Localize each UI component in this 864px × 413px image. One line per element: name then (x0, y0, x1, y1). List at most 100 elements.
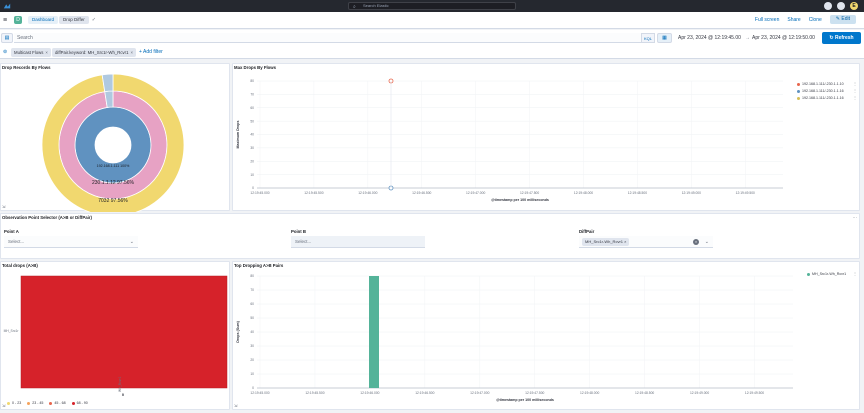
chevron-down-icon: ⌄ (129, 239, 134, 245)
legend-item[interactable]: 45 - 68 (49, 401, 66, 405)
legend-item[interactable]: 192.168.1.111/-230.1.1.10 (797, 82, 844, 86)
y-tick-label: 40 (250, 133, 254, 137)
date-end[interactable]: Apr 23, 2024 @ 12:19:50.00 (752, 35, 815, 41)
global-header: ⌕ Search Elastic E (0, 0, 864, 12)
share-button[interactable]: Share (787, 17, 800, 23)
x-tick-label: 12:19:49.000 (690, 391, 709, 395)
close-icon[interactable]: × (130, 50, 133, 55)
calendar-icon[interactable]: ▦ (657, 33, 672, 43)
expand-icon[interactable]: ⇲ (2, 204, 5, 209)
y-tick-label: 60 (250, 302, 254, 306)
x-axis-title: @timestamp per 100 milliseconds (496, 398, 554, 402)
panel-menu-icon[interactable]: ⋯ (853, 215, 858, 221)
search-input[interactable]: Search (14, 33, 641, 43)
y-tick-label: 0 (252, 386, 254, 390)
refresh-label: Refresh (834, 35, 854, 41)
y-axis-title: Drops (Sum) (236, 320, 240, 342)
diffpair-label: DiffPair (579, 229, 595, 234)
y-tick-label: 40 (250, 330, 254, 334)
point-a-placeholder: Select... (8, 239, 25, 244)
close-icon[interactable]: × (45, 50, 48, 55)
filter-bar: ⊚ Multicast Flows × diffPair.keyword: MH_… (0, 46, 864, 59)
legend-menu-icon[interactable]: ⋮ (853, 95, 857, 100)
legend-label: 68 - 90 (76, 401, 88, 405)
refresh-button[interactable]: ↻ Refresh (822, 32, 861, 44)
add-filter-button[interactable]: + Add filter (139, 49, 163, 55)
edit-button[interactable]: ✎ Edit (829, 15, 856, 24)
global-search-input[interactable]: ⌕ Search Elastic (348, 2, 516, 10)
y-tick-label: 30 (250, 146, 254, 150)
sunburst-chart: 192.168.1.111 100% 230.1.1.12 97.56% 7032 … (41, 73, 185, 212)
x-tick-label: 12:19:49.500 (736, 191, 755, 195)
expand-icon[interactable]: ⇲ (234, 403, 237, 408)
notifications-icon[interactable] (837, 2, 845, 10)
y-axis-title: Maximum Drops (236, 121, 240, 149)
legend-menu-icon[interactable]: ⋮ (853, 81, 857, 86)
panel-total-drops: Total drops (A>B) MH_Src1r Wh_Rcvr1 0 0 - … (0, 261, 230, 410)
breadcrumb-dashboard[interactable]: Dashboard (28, 16, 59, 24)
menu-icon[interactable]: ≡ (3, 17, 7, 24)
y-tick-label: 0 (252, 186, 254, 190)
panel-selector: Observation Point Selector (A>B or DiffP… (0, 213, 860, 259)
filter-pill-diffpair[interactable]: diffPair.keyword: MH_Src1r-Wh_Rcvr1 × (52, 48, 136, 57)
legend-label: 0 - 23 (12, 401, 22, 405)
x-tick-label: 12:19:48.500 (635, 391, 654, 395)
global-search-placeholder: Search Elastic (363, 3, 389, 8)
legend-item[interactable]: 192.168.1.111/-230.1.1.16 (797, 89, 844, 93)
breadcrumb: Dashboard Drop Differ ✓ (28, 16, 96, 24)
help-icon[interactable] (824, 2, 832, 10)
top-dropping-chart: 80 70 60 50 40 30 20 10 012:19:45.000 12:19:45.50… (236, 274, 793, 402)
legend-label: 192.168.1.111/-230.1.1.10 (802, 82, 844, 86)
legend-label: 23 - 45 (32, 401, 44, 405)
sunburst-label-middle: 230.1.1.12 97.56% (92, 180, 135, 186)
panel-top-dropping: Top Dropping A>B Pairs 80 70 60 50 40 30 20 10 0… (232, 261, 860, 410)
heatmap-row-label: MH_Src1r (4, 329, 20, 333)
legend-item[interactable]: 23 - 45 (27, 401, 43, 405)
x-tick-label: 12:19:48.000 (574, 191, 593, 195)
legend-menu-icon[interactable]: ⋮ (853, 88, 857, 93)
app-logo-icon[interactable] (3, 2, 11, 10)
sunburst-label-outer: 7032 97.56% (98, 198, 128, 204)
x-tick-label: 12:19:48.000 (580, 391, 599, 395)
legend-label: 192.168.1.111/-230.1.1.16 (802, 89, 844, 93)
legend-dot (807, 272, 810, 276)
legend-dot (797, 96, 800, 100)
y-tick-label: 30 (250, 344, 254, 348)
point-a-label: Point A (4, 229, 19, 234)
full-screen-button[interactable]: Full screen (755, 17, 779, 23)
filter-pill-label: Multicast Flows (14, 50, 44, 55)
x-tick-label: 12:19:45.500 (305, 391, 324, 395)
legend-label: 192.168.1.111/-230.1.1.16 (802, 96, 844, 100)
legend-label: 45 - 68 (54, 401, 66, 405)
diffpair-select[interactable]: MH_Src1r-Wh_Rcvr1 × × ⌄ (579, 236, 713, 248)
y-tick-label: 10 (250, 372, 254, 376)
x-tick-label: 12:19:46.500 (415, 391, 434, 395)
y-tick-label: 10 (250, 173, 254, 177)
legend-item[interactable]: MH_Src1r-Wh_Rcvr1 (807, 272, 846, 276)
diffpair-selected-pill[interactable]: MH_Src1r-Wh_Rcvr1 × (582, 238, 630, 246)
space-avatar[interactable]: D (14, 16, 22, 24)
x-tick-label: 12:19:46.000 (358, 191, 377, 195)
legend-menu-icon[interactable]: ⋮ (853, 271, 857, 276)
date-start[interactable]: Apr 23, 2024 @ 12:19:45.00 (678, 35, 741, 41)
language-toggle[interactable]: KQL (641, 33, 655, 43)
legend-dot (797, 89, 800, 93)
x-tick-label: 12:19:47.000 (466, 191, 485, 195)
filter-pill-multicast[interactable]: Multicast Flows × (11, 48, 51, 57)
point-b-select: Select... (291, 236, 425, 248)
clone-button[interactable]: Clone (809, 17, 822, 23)
avatar[interactable]: E (850, 2, 858, 10)
date-arrow: → (745, 35, 750, 41)
saved-check-icon: ✓ (91, 17, 96, 23)
saved-query-icon[interactable]: ▤ (1, 33, 13, 43)
legend-item[interactable]: 192.168.1.111/-230.1.1.16 (797, 96, 844, 100)
clear-icon[interactable]: × (693, 239, 699, 245)
legend-item[interactable]: 0 - 23 (7, 401, 21, 405)
legend-item[interactable]: 68 - 90 (71, 401, 88, 405)
heatmap-cell (20, 275, 228, 389)
filter-options-icon[interactable]: ⊚ (3, 49, 7, 55)
expand-icon[interactable]: ⇲ (2, 403, 5, 408)
x-tick-label: 12:19:47.000 (470, 391, 489, 395)
chevron-down-icon: ⌄ (704, 239, 709, 245)
point-a-select[interactable]: Select... ⌄ (4, 236, 138, 248)
